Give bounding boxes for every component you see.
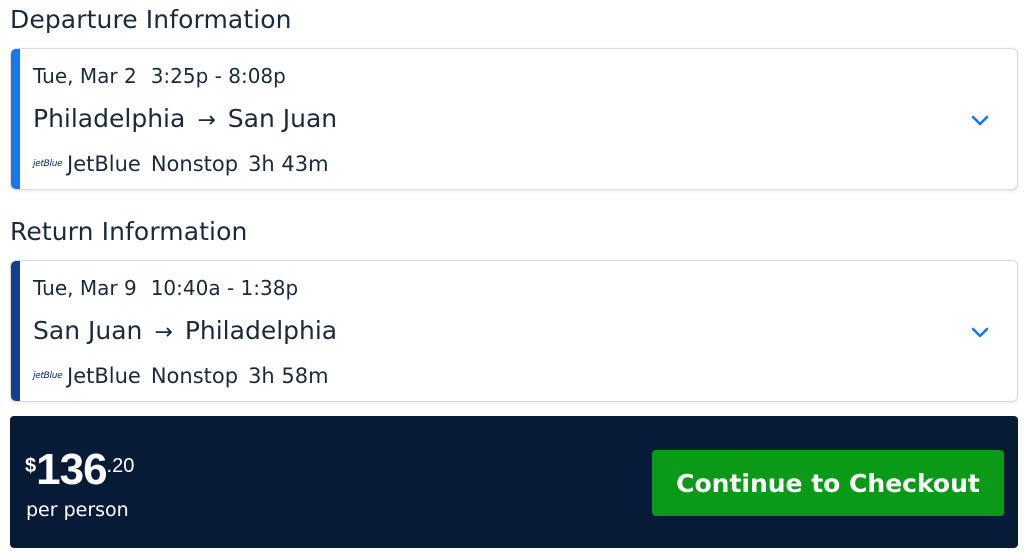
departure-flight-card[interactable]: Tue, Mar 2 3:25p - 8:08p Philadelphia → San… bbox=[10, 48, 1018, 190]
return-date: Tue, Mar 9 bbox=[33, 276, 137, 300]
departure-origin: Philadelphia bbox=[33, 104, 186, 133]
departure-times: 3:25p - 8:08p bbox=[150, 64, 286, 88]
return-destination: Philadelphia bbox=[184, 316, 338, 345]
departure-airline: JetBlue bbox=[67, 152, 141, 176]
return-route: San Juan → Philadelphia bbox=[33, 314, 337, 350]
departure-date-row: Tue, Mar 2 3:25p - 8:08p bbox=[33, 62, 286, 90]
jetblue-logo-icon: jetBlue bbox=[33, 159, 63, 169]
per-person-label: per person bbox=[26, 499, 129, 521]
return-stops: Nonstop bbox=[150, 364, 239, 388]
departure-airline-row: jetBlue JetBlue Nonstop 3h 43m bbox=[33, 149, 329, 179]
departure-duration: 3h 43m bbox=[248, 152, 329, 176]
departure-date: Tue, Mar 2 bbox=[33, 64, 137, 88]
chevron-down-icon[interactable] bbox=[969, 321, 991, 343]
return-flight-card[interactable]: Tue, Mar 9 10:40a - 1:38p San Juan → Philad… bbox=[10, 260, 1018, 402]
arrow-right-icon: → bbox=[197, 108, 216, 133]
departure-route: Philadelphia → San Juan bbox=[33, 102, 337, 138]
checkout-bar: $136.20 per person Continue to Checkout bbox=[10, 416, 1018, 548]
return-date-row: Tue, Mar 9 10:40a - 1:38p bbox=[33, 274, 298, 302]
departure-heading: Departure Information bbox=[10, 5, 292, 34]
return-accent-bar bbox=[11, 261, 20, 401]
price-cents: .20 bbox=[106, 455, 135, 477]
arrow-right-icon: → bbox=[154, 320, 173, 345]
price-currency: $ bbox=[25, 455, 37, 477]
return-airline-row: jetBlue JetBlue Nonstop 3h 58m bbox=[33, 361, 329, 391]
return-times: 10:40a - 1:38p bbox=[150, 276, 299, 300]
chevron-down-icon[interactable] bbox=[969, 109, 991, 131]
return-duration: 3h 58m bbox=[248, 364, 329, 388]
return-heading: Return Information bbox=[10, 217, 248, 246]
departure-destination: San Juan bbox=[227, 104, 338, 133]
return-origin: San Juan bbox=[33, 316, 143, 345]
price-whole: 136 bbox=[36, 445, 107, 494]
continue-to-checkout-button[interactable]: Continue to Checkout bbox=[652, 450, 1004, 516]
departure-accent-bar bbox=[11, 49, 20, 189]
return-airline: JetBlue bbox=[67, 364, 141, 388]
price-total: $136.20 bbox=[25, 448, 134, 492]
departure-stops: Nonstop bbox=[150, 152, 239, 176]
jetblue-logo-icon: jetBlue bbox=[33, 371, 63, 381]
